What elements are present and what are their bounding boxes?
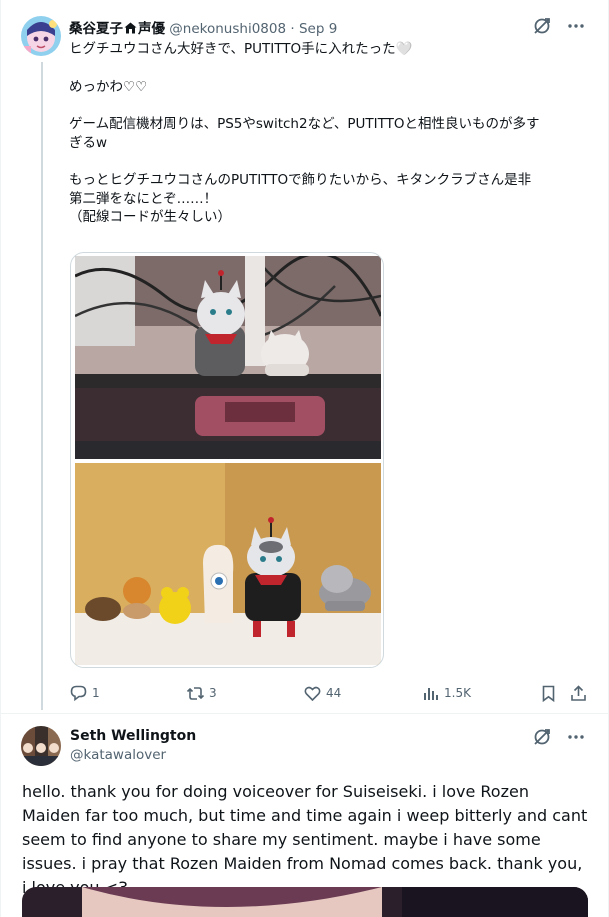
avatar[interactable] — [21, 726, 61, 766]
repost-count: 3 — [209, 686, 217, 700]
post-action-bar: 1 3 44 1.5K — [69, 682, 589, 704]
reply-header: Seth Wellington @katawalover — [70, 727, 196, 765]
views-button[interactable]: 1.5K — [421, 682, 471, 704]
reply-top-actions — [532, 727, 586, 747]
reply-text: hello. thank you for doing voiceover for… — [22, 782, 588, 897]
handle[interactable]: @katawalover — [70, 746, 196, 765]
grok-icon[interactable] — [532, 16, 552, 36]
post-top-actions — [532, 16, 586, 36]
divider — [1, 713, 608, 714]
post-line: ゲーム配信機材周りは、PS5やswitch2など、PUTITTOと相性良いものが… — [69, 116, 540, 132]
avatar[interactable] — [21, 16, 61, 56]
share-button[interactable] — [569, 682, 588, 704]
bookmark-icon — [539, 684, 558, 703]
media-grid — [70, 252, 384, 668]
display-name[interactable]: Seth Wellington — [70, 727, 196, 746]
photo-figures-on-shelf[interactable] — [75, 463, 381, 665]
reply-button[interactable]: 1 — [69, 682, 100, 704]
post-line: もっとヒグチユウコさんのPUTITTOで飾りたいから、キタンクラブさん是非 — [69, 172, 532, 188]
reply-icon — [69, 684, 88, 703]
like-icon — [303, 684, 322, 703]
post-text: ヒグチユウコさん大好きで、PUTITTO手に入れたった🤍 めっかわ♡♡ ゲーム配… — [69, 40, 589, 227]
share-icon — [569, 684, 588, 703]
post-line: （配線コードが生々しい） — [69, 209, 231, 225]
timestamp[interactable]: Sep 9 — [299, 21, 337, 37]
more-icon[interactable] — [566, 16, 586, 36]
bookmark-button[interactable] — [539, 682, 558, 704]
repost-icon — [186, 684, 205, 703]
post-line: めっかわ♡♡ — [69, 78, 148, 95]
handle[interactable]: @nekonushi0808 — [169, 21, 286, 37]
display-name-suffix[interactable]: 声優 — [138, 21, 165, 37]
view-count: 1.5K — [444, 686, 471, 700]
post-line: ヒグチユウコさん大好きで、PUTITTO手に入れたった🤍 — [69, 41, 413, 57]
separator-dot: · — [290, 21, 295, 37]
display-name[interactable]: 桑谷夏子 — [69, 21, 123, 37]
repost-button[interactable]: 3 — [186, 682, 217, 704]
post-header: 桑谷夏子 声優 @nekonushi0808 · Sep 9 — [69, 17, 337, 37]
reply-media[interactable] — [22, 887, 588, 917]
reply-count: 1 — [92, 686, 100, 700]
grok-icon[interactable] — [532, 727, 552, 747]
more-icon[interactable] — [566, 727, 586, 747]
like-count: 44 — [326, 686, 342, 700]
thread-connector — [41, 62, 43, 710]
post-line: ぎるw — [69, 134, 108, 151]
post-line: 第二弾をなにとぞ……！ — [69, 190, 218, 207]
timeline: 桑谷夏子 声優 @nekonushi0808 · Sep 9 ヒグチユウコさん大好… — [0, 0, 609, 917]
like-button[interactable]: 44 — [303, 682, 341, 704]
views-icon — [421, 684, 440, 703]
house-badge-icon — [124, 22, 137, 34]
photo-figures-on-monitor[interactable] — [75, 256, 381, 459]
